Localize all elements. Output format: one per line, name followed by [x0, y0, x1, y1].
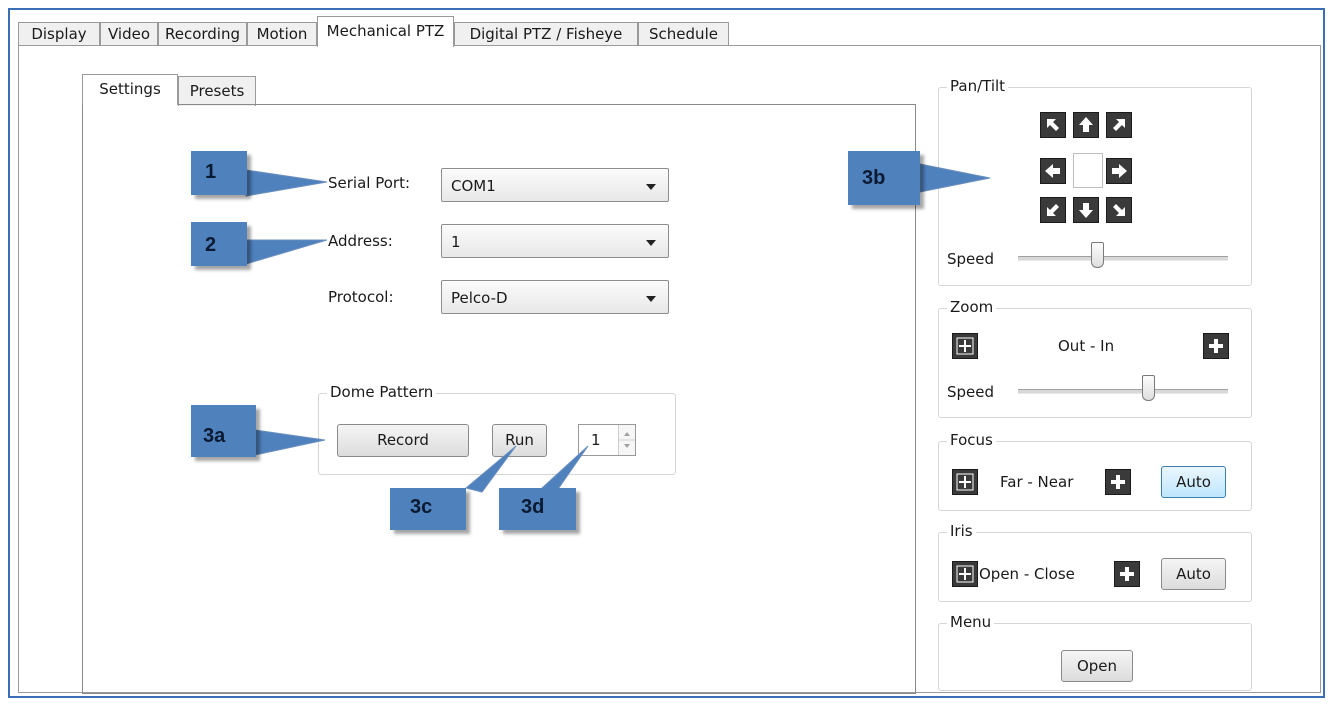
tab-settings[interactable]: Settings: [82, 74, 178, 105]
callout-arrows: [245, 163, 991, 493]
callout-3d: 3d: [499, 488, 576, 530]
callout-arrow-3d: [541, 445, 589, 493]
callout-arrow-3a: [254, 429, 326, 456]
callout-arrow-2: [245, 239, 328, 265]
callout-3b: 3b: [848, 151, 920, 205]
tab-mechanical-ptz[interactable]: Mechanical PTZ: [317, 16, 454, 47]
callout-arrow-3c: [464, 445, 517, 493]
callout-3c: 3c: [390, 488, 466, 530]
callout-3a: 3a: [191, 405, 256, 457]
callout-arrow-1: [245, 169, 328, 197]
callout-1: 1: [191, 151, 247, 195]
callout-2: 2: [191, 222, 247, 266]
callout-arrow-3b: [919, 163, 991, 193]
